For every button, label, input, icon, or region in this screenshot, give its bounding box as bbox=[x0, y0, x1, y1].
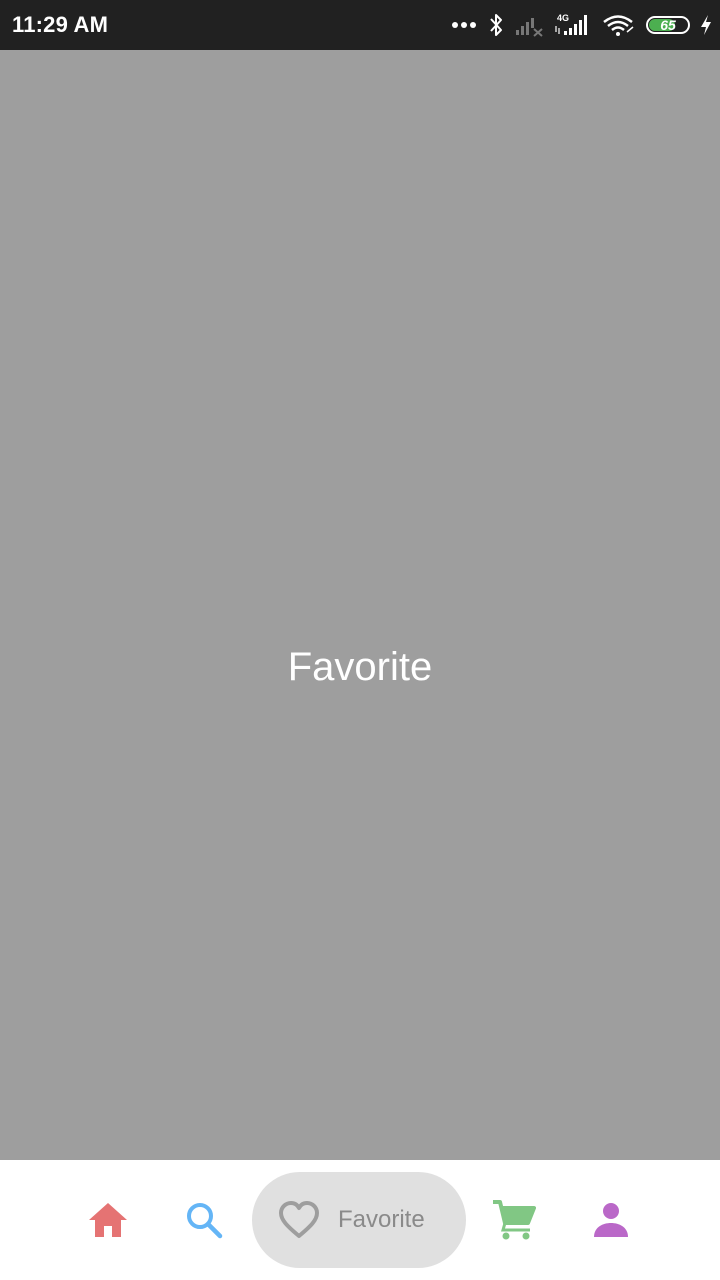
nav-favorite-label: Favorite bbox=[338, 1206, 425, 1233]
heart-icon bbox=[279, 1201, 319, 1238]
nav-cart-button[interactable] bbox=[474, 1172, 554, 1268]
more-notifications-icon bbox=[452, 22, 476, 28]
bottom-navigation-bar: Favorite bbox=[0, 1160, 720, 1280]
status-icons: 4G 65 bbox=[452, 10, 712, 40]
nav-favorite-button[interactable]: Favorite bbox=[252, 1172, 466, 1268]
main-content: Favorite bbox=[0, 50, 720, 1160]
signal-no-service-icon bbox=[516, 18, 543, 37]
wifi-icon bbox=[603, 15, 634, 36]
nav-home-button[interactable] bbox=[68, 1172, 148, 1268]
home-icon bbox=[89, 1203, 127, 1237]
app-screen: 11:29 AM 4G 65 Favorite Favorite bbox=[0, 0, 720, 1280]
signal-4g-icon: 4G bbox=[555, 13, 587, 35]
nav-search-button[interactable] bbox=[164, 1172, 244, 1268]
charging-icon bbox=[701, 15, 711, 35]
nav-profile-button[interactable] bbox=[571, 1172, 651, 1268]
network-type-label: 4G bbox=[557, 13, 569, 23]
cart-icon bbox=[493, 1200, 536, 1240]
search-icon bbox=[187, 1203, 223, 1239]
battery-level: 65 bbox=[660, 17, 676, 33]
person-icon bbox=[594, 1203, 628, 1237]
page-title: Favorite bbox=[287, 644, 433, 689]
battery-icon: 65 bbox=[646, 16, 690, 34]
status-bar: 11:29 AM 4G 65 bbox=[0, 0, 720, 50]
status-time: 11:29 AM bbox=[12, 12, 109, 37]
bluetooth-icon bbox=[490, 14, 502, 36]
